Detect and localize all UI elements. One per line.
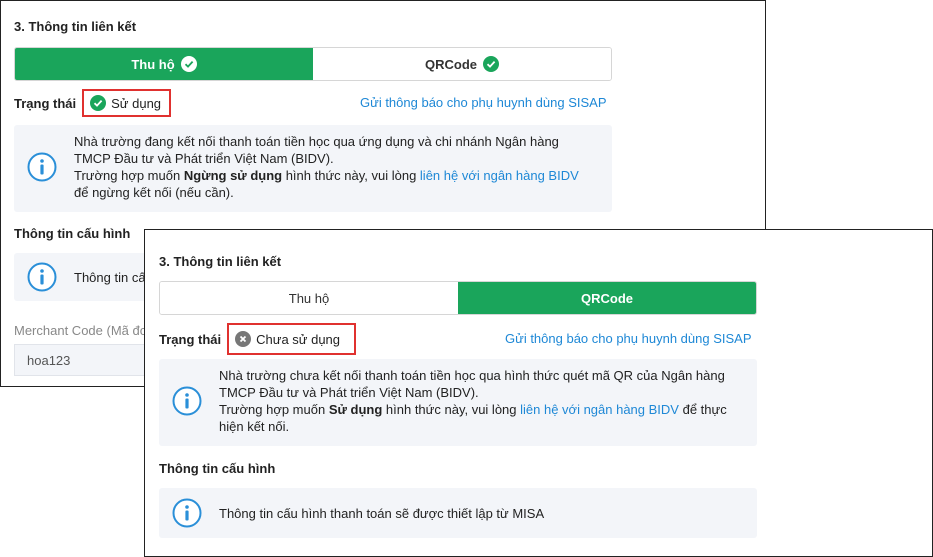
config-info-text: Thông tin cấ [74, 270, 146, 285]
tab-thu-ho-label: Thu hộ [288, 290, 330, 306]
section-title: 3. Thông tin liên kết [14, 19, 137, 34]
notify-parents-link[interactable]: Gửi thông báo cho phụ huynh dùng SISAP [505, 331, 752, 346]
info-line: để ngừng kết nối (nếu cần). [74, 185, 234, 200]
config-info-box: Thông tin cấu hình thanh toán sẽ được th… [159, 488, 757, 538]
info-text: Nhà trường đang kết nối thanh toán tiền … [74, 133, 604, 201]
info-bold: Ngừng sử dụng [183, 168, 283, 183]
info-text-span: Trường hợp muốn [74, 168, 184, 183]
tab-group: Thu hộ QRCode [159, 281, 757, 315]
info-icon [172, 386, 202, 416]
tab-qrcode-label: QRCode [581, 290, 633, 306]
merchant-code-value: hoa123 [27, 352, 71, 368]
status-row: Trạng thái Sử dụng [14, 89, 172, 117]
status-badge: Sử dụng [82, 89, 172, 117]
contact-bidv-link[interactable]: liên hệ với ngân hàng BIDV [420, 168, 579, 183]
info-line: TMCP Đầu tư và Phát triển Việt Nam (BIDV… [74, 151, 334, 166]
merchant-code-label: Merchant Code (Mã đơn [14, 323, 156, 338]
status-badge: Chưa sử dụng [227, 323, 357, 355]
config-title: Thông tin cấu hình [159, 461, 276, 476]
tab-thu-ho[interactable]: Thu hộ [15, 48, 313, 80]
info-text-span: để thực [678, 402, 727, 417]
info-box: Nhà trường chưa kết nối thanh toán tiền … [159, 359, 757, 446]
check-circle-icon [90, 95, 107, 111]
panel-qrcode-disabled: 3. Thông tin liên kết Thu hộ QRCode Trạn… [144, 229, 933, 557]
status-value: Chưa sử dụng [256, 331, 341, 347]
info-line: Trường hợp muốn Ngừng sử dụng hình thức … [74, 167, 604, 184]
info-icon [172, 498, 202, 528]
notify-parents-link[interactable]: Gửi thông báo cho phụ huynh dùng SISAP [360, 95, 607, 110]
info-text-span: Trường hợp muốn [219, 402, 329, 417]
info-text: Nhà trường chưa kết nối thanh toán tiền … [219, 367, 754, 435]
tab-qrcode-label: QRCode [425, 56, 477, 72]
tab-group: Thu hộ QRCode [14, 47, 612, 81]
close-circle-icon [235, 331, 252, 347]
status-value: Sử dụng [111, 95, 162, 111]
config-title: Thông tin cấu hình [14, 226, 131, 241]
info-line: Trường hợp muốn Sử dụng hình thức này, v… [219, 401, 754, 418]
info-bold: Sử dụng [328, 402, 383, 417]
check-circle-icon [180, 56, 197, 72]
status-label: Trạng thái [14, 95, 77, 111]
info-icon [27, 152, 57, 182]
info-text-span: hình thức này, vui lòng [382, 402, 521, 417]
section-title: 3. Thông tin liên kết [159, 254, 282, 269]
info-line: TMCP Đầu tư và Phát triển Việt Nam (BIDV… [219, 385, 479, 400]
status-label: Trạng thái [159, 331, 222, 347]
tab-thu-ho[interactable]: Thu hộ [160, 282, 458, 314]
tab-qrcode[interactable]: QRCode [313, 48, 611, 80]
check-circle-icon [483, 56, 499, 72]
status-row: Trạng thái Chưa sử dụng [159, 323, 357, 355]
info-line: Nhà trường chưa kết nối thanh toán tiền … [219, 368, 725, 383]
info-text-span: hình thức này, vui lòng [282, 168, 420, 183]
tab-qrcode[interactable]: QRCode [458, 282, 756, 314]
info-icon [27, 262, 57, 292]
info-line: Nhà trường đang kết nối thanh toán tiền … [74, 134, 559, 149]
info-box: Nhà trường đang kết nối thanh toán tiền … [14, 125, 612, 212]
config-info-text: Thông tin cấu hình thanh toán sẽ được th… [219, 506, 545, 521]
contact-bidv-link[interactable]: liên hệ với ngân hàng BIDV [520, 402, 679, 417]
tab-thu-ho-label: Thu hộ [131, 56, 175, 72]
info-line: hiện kết nối. [219, 419, 290, 434]
